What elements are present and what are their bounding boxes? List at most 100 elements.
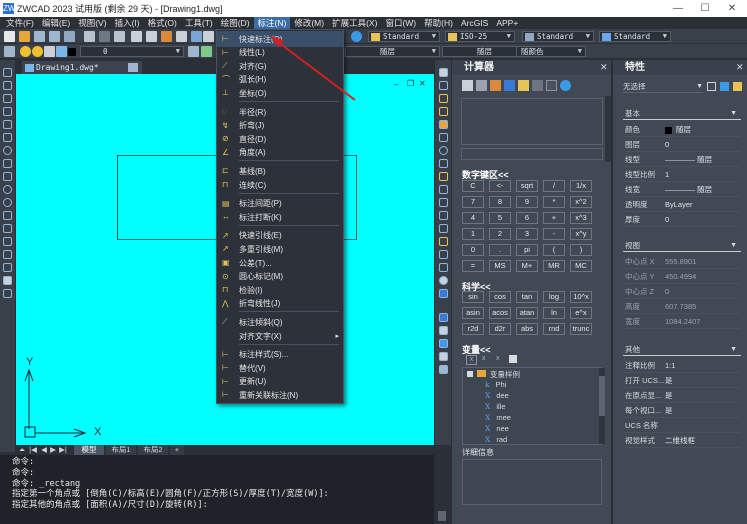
calc-key[interactable]: 9: [516, 196, 538, 208]
calc-key[interactable]: ln: [543, 307, 565, 319]
get-coordinates-icon[interactable]: [504, 80, 515, 91]
insert-block-icon[interactable]: [3, 211, 12, 220]
color-select[interactable]: 随颜色 ▼: [516, 46, 586, 57]
variables-scrollbar[interactable]: [599, 368, 605, 444]
polygon-icon[interactable]: [3, 107, 12, 116]
tree-folder-label[interactable]: 变量样例: [490, 369, 520, 380]
property-row[interactable]: 宽度 1084.2407: [623, 315, 741, 329]
menu-window[interactable]: 窗口(W): [381, 17, 420, 29]
select-objects-icon[interactable]: [720, 82, 729, 91]
command-window[interactable]: 命令: 命令: 命令: _rectang 指定第一个角点或 [倒角(C)/标高(…: [0, 455, 447, 524]
match-properties-icon[interactable]: [176, 31, 187, 42]
table-icon[interactable]: [3, 276, 12, 285]
mirror-icon[interactable]: [439, 94, 448, 103]
property-row[interactable]: 图层 0: [623, 138, 741, 152]
calculator-close-icon[interactable]: ✕: [600, 62, 608, 73]
menu-modify[interactable]: 修改(M): [290, 17, 328, 29]
calc-key[interactable]: rnd: [543, 323, 565, 335]
point-icon[interactable]: [3, 237, 12, 246]
break-at-point-icon[interactable]: [439, 211, 448, 220]
make-block-icon[interactable]: [3, 224, 12, 233]
property-row[interactable]: 厚度 0: [623, 213, 741, 227]
arc-icon[interactable]: [3, 133, 12, 142]
menu-edit[interactable]: 编辑(E): [38, 17, 74, 29]
rectangle-icon[interactable]: [3, 120, 12, 129]
property-row[interactable]: 透明度 ByLayer: [623, 198, 741, 212]
calc-key[interactable]: x^3: [570, 212, 592, 224]
text-to-front-icon[interactable]: [439, 365, 448, 374]
layout-nav-last[interactable]: ▶|: [58, 445, 68, 455]
calc-key[interactable]: acos: [489, 307, 511, 319]
calc-key[interactable]: tan: [516, 291, 538, 303]
menu-item[interactable]: ∠ 角度(A): [217, 145, 343, 161]
tab-layout2[interactable]: 布局2: [138, 445, 168, 455]
offset-icon[interactable]: [439, 107, 448, 116]
menu-extensions[interactable]: 扩展工具(X): [328, 17, 381, 29]
property-section-header[interactable]: 视图 ▼: [623, 240, 741, 252]
variable-item[interactable]: k Phi: [485, 380, 506, 389]
minimize-button[interactable]: —: [665, 0, 691, 17]
collapse-icon[interactable]: [467, 371, 473, 377]
layer-previous-icon[interactable]: [201, 46, 212, 57]
cut-icon[interactable]: [131, 31, 142, 42]
publish-icon[interactable]: [64, 31, 75, 42]
toggle-pickadd-icon[interactable]: [707, 82, 716, 91]
explode-icon[interactable]: [439, 276, 448, 285]
selection-select[interactable]: 无选择 ▼: [623, 80, 703, 93]
calc-key[interactable]: atan: [516, 307, 538, 319]
intersection-icon[interactable]: [546, 80, 557, 91]
polyline-icon[interactable]: [3, 94, 12, 103]
calc-key[interactable]: x^2: [570, 196, 592, 208]
property-row[interactable]: 线宽 ———— 随层: [623, 183, 741, 197]
multileader-style-select[interactable]: Standard ▼: [599, 31, 671, 42]
menu-draw[interactable]: 绘图(D): [217, 17, 254, 29]
calc-key[interactable]: MR: [543, 260, 565, 272]
spline-icon[interactable]: [3, 172, 12, 181]
calc-key[interactable]: sqrt: [516, 180, 538, 192]
ellipse-icon[interactable]: [3, 185, 12, 194]
ellipse-arc-icon[interactable]: [3, 198, 12, 207]
quick-select-icon[interactable]: [733, 82, 742, 91]
circle-icon[interactable]: [3, 146, 12, 155]
property-section-header[interactable]: 基本 ▼: [623, 108, 741, 120]
calc-key[interactable]: 1/x: [570, 180, 592, 192]
calc-key[interactable]: asin: [462, 307, 484, 319]
menu-file[interactable]: 文件(F): [2, 17, 38, 29]
calc-key[interactable]: 1: [462, 228, 484, 240]
menu-item[interactable]: ⋀ 折弯线性(J): [217, 296, 343, 312]
new-variable-icon[interactable]: x: [466, 355, 477, 365]
properties-close-icon[interactable]: ✕: [736, 62, 744, 73]
calc-key[interactable]: MS: [489, 260, 511, 272]
save-icon[interactable]: [34, 31, 45, 42]
layout-nav-up[interactable]: ⏶: [18, 445, 26, 455]
close-button[interactable]: ✕: [719, 0, 745, 17]
layer-select[interactable]: 0 ▼: [80, 46, 184, 57]
extend-icon[interactable]: [439, 198, 448, 207]
calc-key[interactable]: log: [543, 291, 565, 303]
property-row[interactable]: 中心点 X 555.8901: [623, 255, 741, 269]
property-row[interactable]: 颜色 随层: [623, 123, 741, 137]
line-icon[interactable]: [3, 68, 12, 77]
calc-key[interactable]: =: [462, 260, 484, 272]
angle-icon[interactable]: [532, 80, 543, 91]
menu-item[interactable]: ⊢ 重新关联标注(N): [217, 387, 343, 403]
paste-icon[interactable]: [161, 31, 172, 42]
chamfer-icon[interactable]: [439, 250, 448, 259]
menu-view[interactable]: 视图(V): [74, 17, 110, 29]
menu-item[interactable]: 对齐文字(X) ▸: [217, 328, 343, 344]
property-row[interactable]: 中心点 Y 450.4994: [623, 270, 741, 284]
calculator-input-field[interactable]: [461, 148, 603, 160]
print-icon[interactable]: [84, 31, 95, 42]
property-section-header[interactable]: 其他 ▼: [623, 344, 741, 356]
fillet-icon[interactable]: [439, 263, 448, 272]
clear-icon[interactable]: [462, 80, 473, 91]
calc-key[interactable]: *: [543, 196, 565, 208]
mtext-icon[interactable]: [3, 289, 12, 298]
make-current-layer-icon[interactable]: [188, 46, 199, 57]
copy-object-icon[interactable]: [439, 81, 448, 90]
bring-above-icon[interactable]: [439, 339, 448, 348]
property-row[interactable]: 线型比例 1: [623, 168, 741, 182]
layout-nav-next[interactable]: ▶: [49, 445, 57, 455]
calc-key[interactable]: x^y: [570, 228, 592, 240]
maximize-button[interactable]: ☐: [692, 0, 718, 17]
